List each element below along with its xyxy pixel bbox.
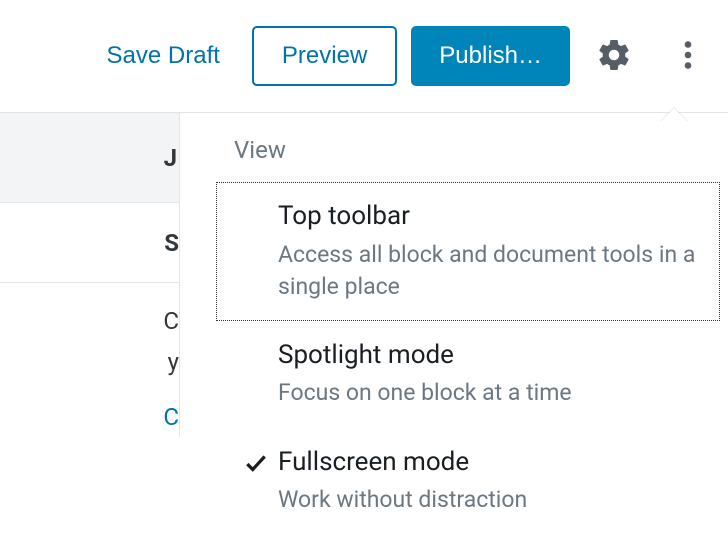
save-draft-button[interactable]: Save Draft [107,42,220,70]
menu-item-title: Top toolbar [278,200,702,233]
menu-item-top-toolbar[interactable]: Top toolbar Access all block and documen… [216,182,720,321]
gear-icon [596,37,632,76]
menu-item-spotlight-mode[interactable]: Spotlight mode Focus on one block at a t… [216,321,720,428]
menu-item-texts: Spotlight mode Focus on one block at a t… [278,339,702,410]
menu-item-texts: Top toolbar Access all block and documen… [278,200,702,303]
more-vertical-icon [670,37,706,76]
menu-item-check [234,339,278,343]
menu-item-description: Work without distraction [278,484,702,516]
settings-button[interactable] [584,26,644,86]
more-menu-button[interactable] [658,26,718,86]
bg-body: C y C [0,283,180,437]
bg-link-fragment[interactable]: C [0,397,179,438]
bg-text-line: C [163,307,179,335]
bg-text-line: y [168,348,179,376]
menu-item-title: Fullscreen mode [278,446,702,479]
menu-item-check [234,446,278,480]
preview-button[interactable]: Preview [252,26,397,86]
check-icon [243,450,269,480]
menu-section-label: View [216,122,720,182]
more-menu-dropdown: View Top toolbar Access all block and do… [216,122,720,534]
bg-row: S [0,203,180,283]
bg-panel-header: J [0,113,180,203]
background-panel: J S C y C [0,113,180,532]
bg-row-text: S [164,229,179,257]
editor-toolbar: Save Draft Preview Publish… [0,0,728,113]
publish-button[interactable]: Publish… [411,26,570,86]
menu-item-check [234,200,278,204]
menu-item-fullscreen-mode[interactable]: Fullscreen mode Work without distraction [216,428,720,534]
dropdown-caret [660,108,688,122]
menu-item-title: Spotlight mode [278,339,702,372]
menu-item-description: Access all block and document tools in a… [278,239,702,303]
menu-item-description: Focus on one block at a time [278,377,702,409]
bg-header-text: J [164,144,177,172]
menu-item-texts: Fullscreen mode Work without distraction [278,446,702,517]
